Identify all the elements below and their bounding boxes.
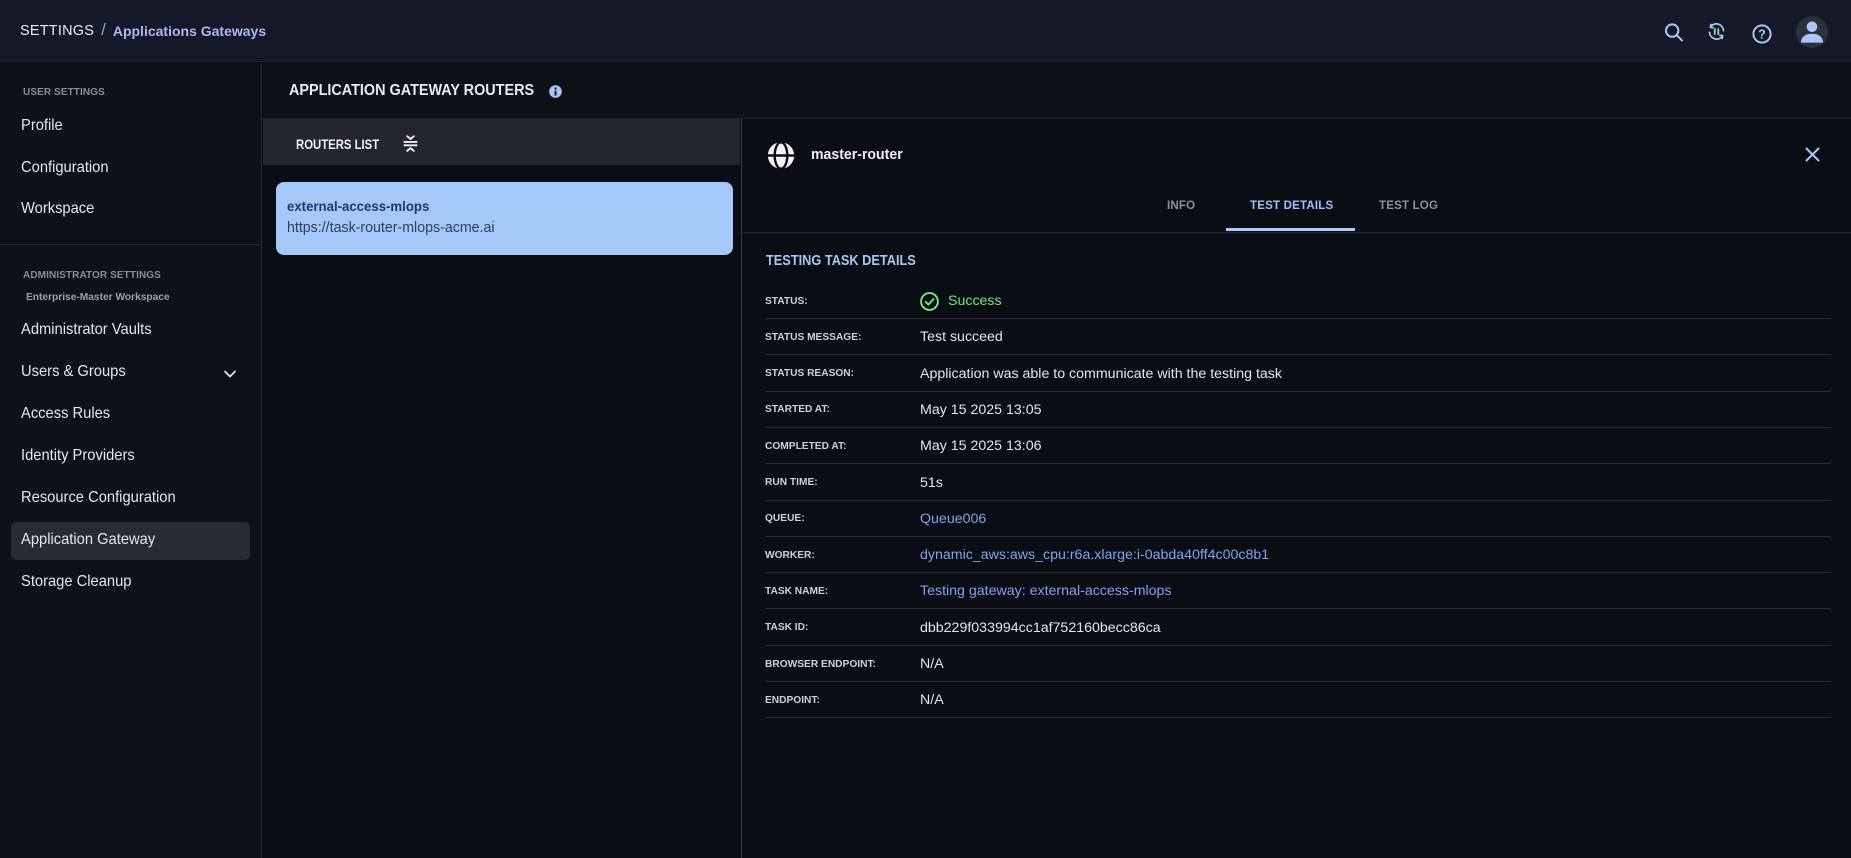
svg-text:?: ?	[1758, 28, 1766, 42]
